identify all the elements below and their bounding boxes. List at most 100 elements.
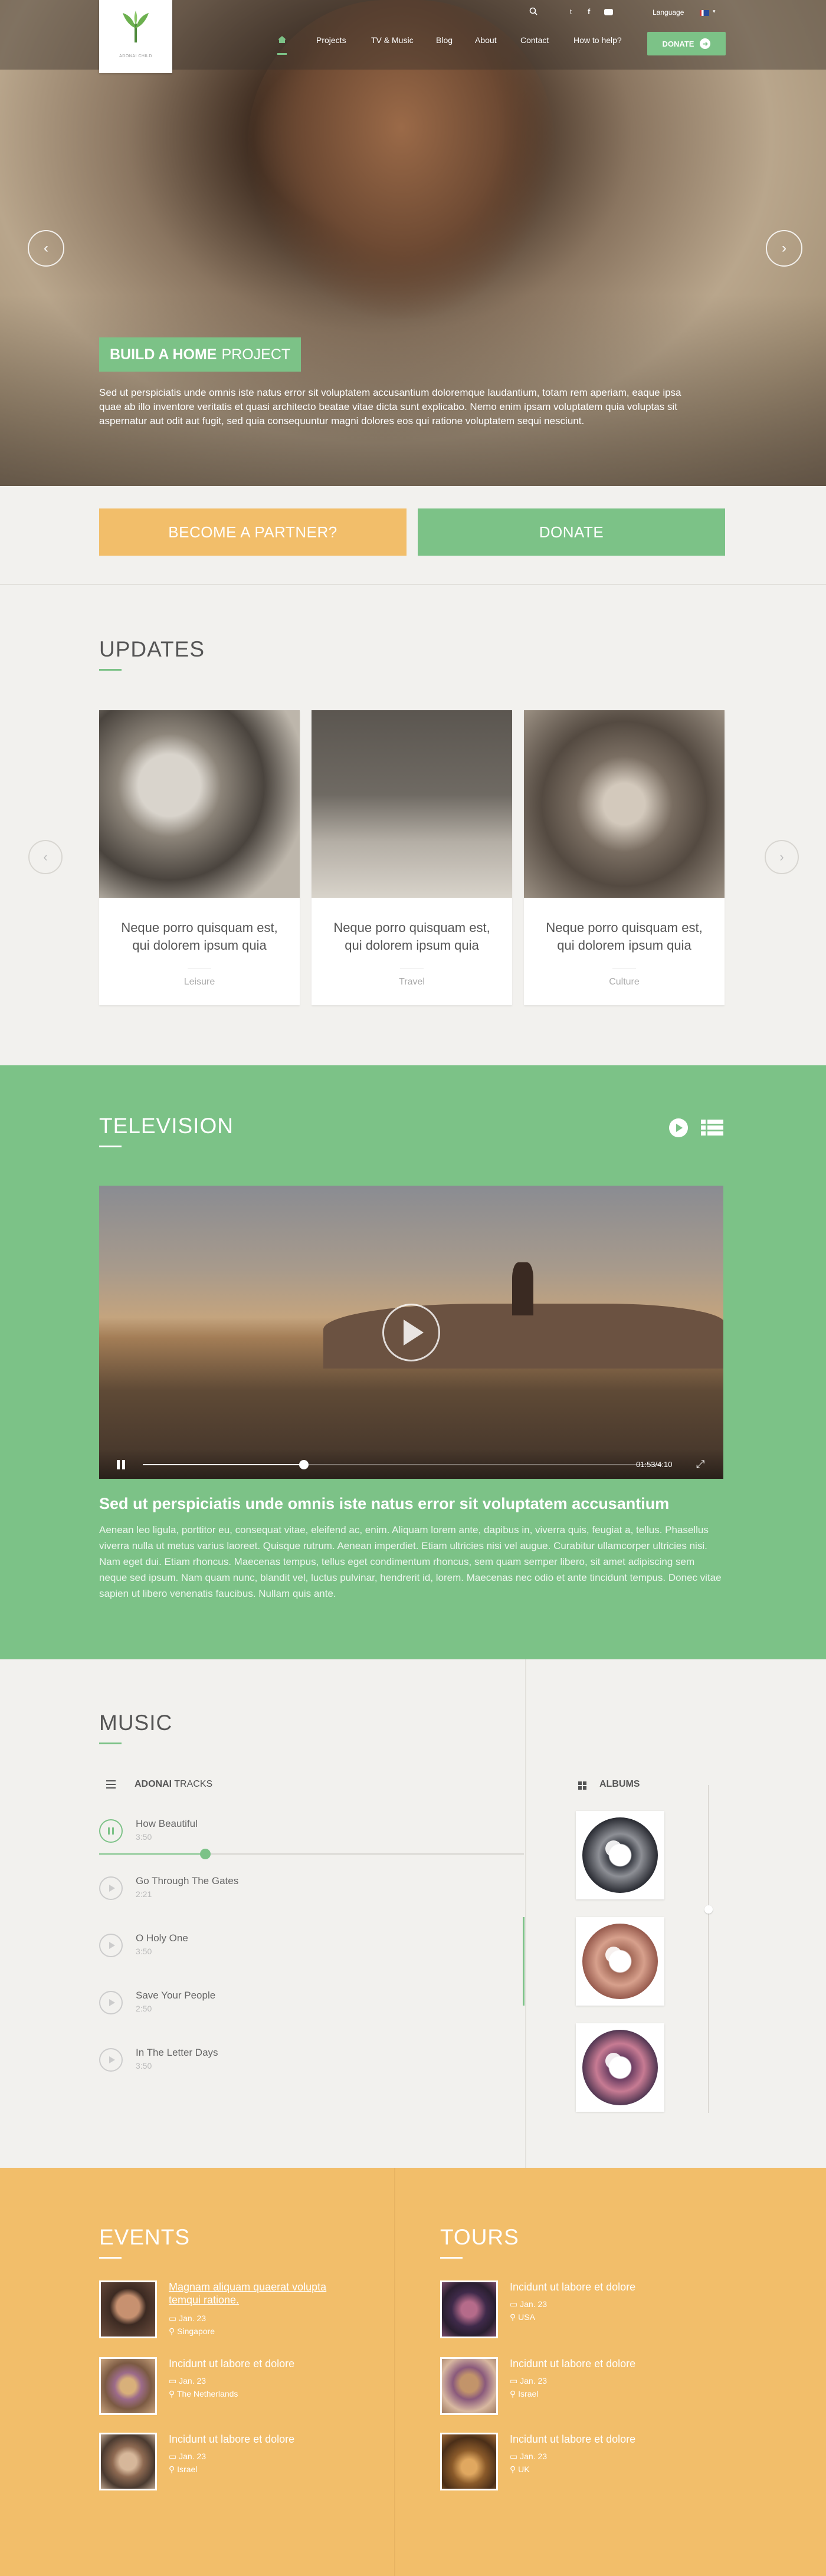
video-description: Aenean leo ligula, porttitor eu, consequ… xyxy=(99,1524,722,1599)
tour-thumbnail[interactable] xyxy=(440,2433,498,2490)
tour-name[interactable]: Incidunt ut labore et dolore xyxy=(510,2357,693,2370)
albums-scroll-handle[interactable] xyxy=(704,1905,713,1914)
home-icon[interactable] xyxy=(277,35,287,55)
tour-thumbnail[interactable] xyxy=(440,2357,498,2415)
flag-icon[interactable] xyxy=(700,10,709,16)
title-underline xyxy=(440,2257,463,2259)
update-tag[interactable]: Leisure xyxy=(99,977,300,987)
play-button[interactable] xyxy=(99,2048,123,2072)
event-name[interactable]: Incidunt ut labore et dolore xyxy=(169,2357,352,2370)
grid-icon xyxy=(578,1781,586,1790)
updates-prev-arrow[interactable]: ‹ xyxy=(28,840,63,874)
nav-projects[interactable]: Projects xyxy=(316,35,346,47)
tour-date: Jan. 23 xyxy=(520,2452,548,2461)
tv-play-view-button[interactable] xyxy=(669,1118,688,1137)
event-thumbnail[interactable] xyxy=(99,2433,157,2490)
hero-project-badge[interactable]: BUILD A HOME PROJECT xyxy=(99,337,301,372)
hero-next-arrow[interactable]: › xyxy=(766,230,802,267)
update-image xyxy=(524,710,725,898)
menu-icon[interactable] xyxy=(106,1780,116,1789)
track-name: Go Through The Gates xyxy=(136,1875,239,1886)
site-logo[interactable]: ADONAI CHILD xyxy=(99,0,172,73)
facebook-icon[interactable]: f xyxy=(588,7,590,16)
update-caption-line1: Neque porro quisquam est, xyxy=(333,920,490,935)
play-icon xyxy=(676,1124,683,1132)
track-name: Save Your People xyxy=(136,1990,216,2001)
updates-next-arrow[interactable]: › xyxy=(765,840,799,874)
tracks-title-light: TRACKS xyxy=(174,1779,213,1789)
tour-name[interactable]: Incidunt ut labore et dolore xyxy=(510,2433,693,2446)
pause-icon[interactable] xyxy=(117,1460,125,1469)
chevron-down-icon[interactable]: ▾ xyxy=(713,8,716,15)
tracks-title-bold: ADONAI xyxy=(135,1779,172,1789)
track-item[interactable]: How Beautiful 3:50 xyxy=(99,1810,524,1863)
event-name[interactable]: Incidunt ut labore et dolore xyxy=(169,2433,352,2446)
hero-prev-arrow[interactable]: ‹ xyxy=(28,230,64,267)
albums-scrollbar[interactable] xyxy=(708,1785,709,2113)
television-title: TELEVISION xyxy=(99,1114,234,1138)
language-label[interactable]: Language xyxy=(653,8,684,17)
donate-button[interactable]: DONATE ➜ xyxy=(647,32,726,55)
tour-place: USA xyxy=(518,2312,535,2322)
album-cover[interactable] xyxy=(576,1917,664,2006)
track-item[interactable]: In The Letter Days 3:50 xyxy=(99,2039,524,2092)
event-thumbnail[interactable] xyxy=(99,2280,157,2338)
update-card[interactable]: Neque porro quisquam est, qui dolorem ip… xyxy=(312,710,512,1005)
tour-thumbnail[interactable] xyxy=(440,2280,498,2338)
play-icon xyxy=(109,1942,115,1949)
title-underline xyxy=(99,669,122,671)
nav-how-to-help[interactable]: How to help? xyxy=(573,35,622,47)
calendar-icon: ▭ xyxy=(169,2376,179,2385)
updates-title: UPDATES xyxy=(99,637,205,661)
track-item[interactable]: Save Your People 2:50 xyxy=(99,1981,524,2034)
play-button[interactable] xyxy=(99,1934,123,1957)
track-progress-fill xyxy=(99,1853,205,1855)
track-duration: 3:50 xyxy=(136,1947,152,1956)
track-progress-knob[interactable] xyxy=(200,1849,211,1859)
track-name: In The Letter Days xyxy=(136,2047,218,2058)
nav-about[interactable]: About xyxy=(475,35,497,47)
track-duration: 2:50 xyxy=(136,2004,152,2013)
fullscreen-icon[interactable]: ⤢ xyxy=(696,1458,704,1471)
tour-date: Jan. 23 xyxy=(520,2376,548,2385)
twitter-icon[interactable]: t xyxy=(570,8,572,16)
divider xyxy=(525,1659,526,2168)
tree-logo-icon xyxy=(123,11,149,42)
update-card[interactable]: Neque porro quisquam est, qui dolorem ip… xyxy=(99,710,300,1005)
update-tag[interactable]: Travel xyxy=(312,977,512,987)
list-icon[interactable] xyxy=(701,1120,723,1136)
video-player[interactable]: 01:53/4:10 ⤢ xyxy=(99,1186,723,1479)
update-card[interactable]: Neque porro quisquam est, qui dolorem ip… xyxy=(524,710,725,1005)
play-button[interactable] xyxy=(99,1991,123,2014)
track-scroll-indicator[interactable] xyxy=(523,1917,525,2006)
pin-icon: ⚲ xyxy=(169,2389,177,2398)
video-progress-fill xyxy=(143,1464,304,1465)
video-progress-knob[interactable] xyxy=(299,1460,309,1469)
become-partner-button[interactable]: BECOME A PARTNER? xyxy=(99,508,407,556)
video-title[interactable]: Sed ut perspiciatis unde omnis iste natu… xyxy=(99,1495,723,1513)
play-button[interactable] xyxy=(99,1876,123,1900)
event-place: Israel xyxy=(177,2465,198,2474)
search-icon[interactable] xyxy=(529,7,537,17)
track-item[interactable]: O Holy One 3:50 xyxy=(99,1924,524,1977)
nav-contact[interactable]: Contact xyxy=(520,35,549,47)
nav-tv-music[interactable]: TV & Music xyxy=(371,35,414,47)
play-icon xyxy=(109,1885,115,1892)
tour-name[interactable]: Incidunt ut labore et dolore xyxy=(510,2280,693,2293)
track-item[interactable]: Go Through The Gates 2:21 xyxy=(99,1867,524,1920)
youtube-icon[interactable] xyxy=(604,9,613,15)
track-name: O Holy One xyxy=(136,1932,188,1944)
album-cover[interactable] xyxy=(576,1811,664,1899)
event-date: Jan. 23 xyxy=(179,2314,206,2323)
video-play-button[interactable] xyxy=(382,1304,440,1361)
event-thumbnail[interactable] xyxy=(99,2357,157,2415)
pin-icon: ⚲ xyxy=(510,2389,519,2398)
update-tag[interactable]: Culture xyxy=(524,977,725,987)
event-name[interactable]: Magnam aliquam quaerat volupta temqui ra… xyxy=(169,2280,352,2306)
arrow-right-icon: ➜ xyxy=(700,38,711,49)
pause-button[interactable] xyxy=(99,1819,123,1843)
title-underline xyxy=(99,1743,122,1744)
album-cover[interactable] xyxy=(576,2023,664,2112)
donate-big-button[interactable]: DONATE xyxy=(418,508,725,556)
nav-blog[interactable]: Blog xyxy=(436,35,453,47)
